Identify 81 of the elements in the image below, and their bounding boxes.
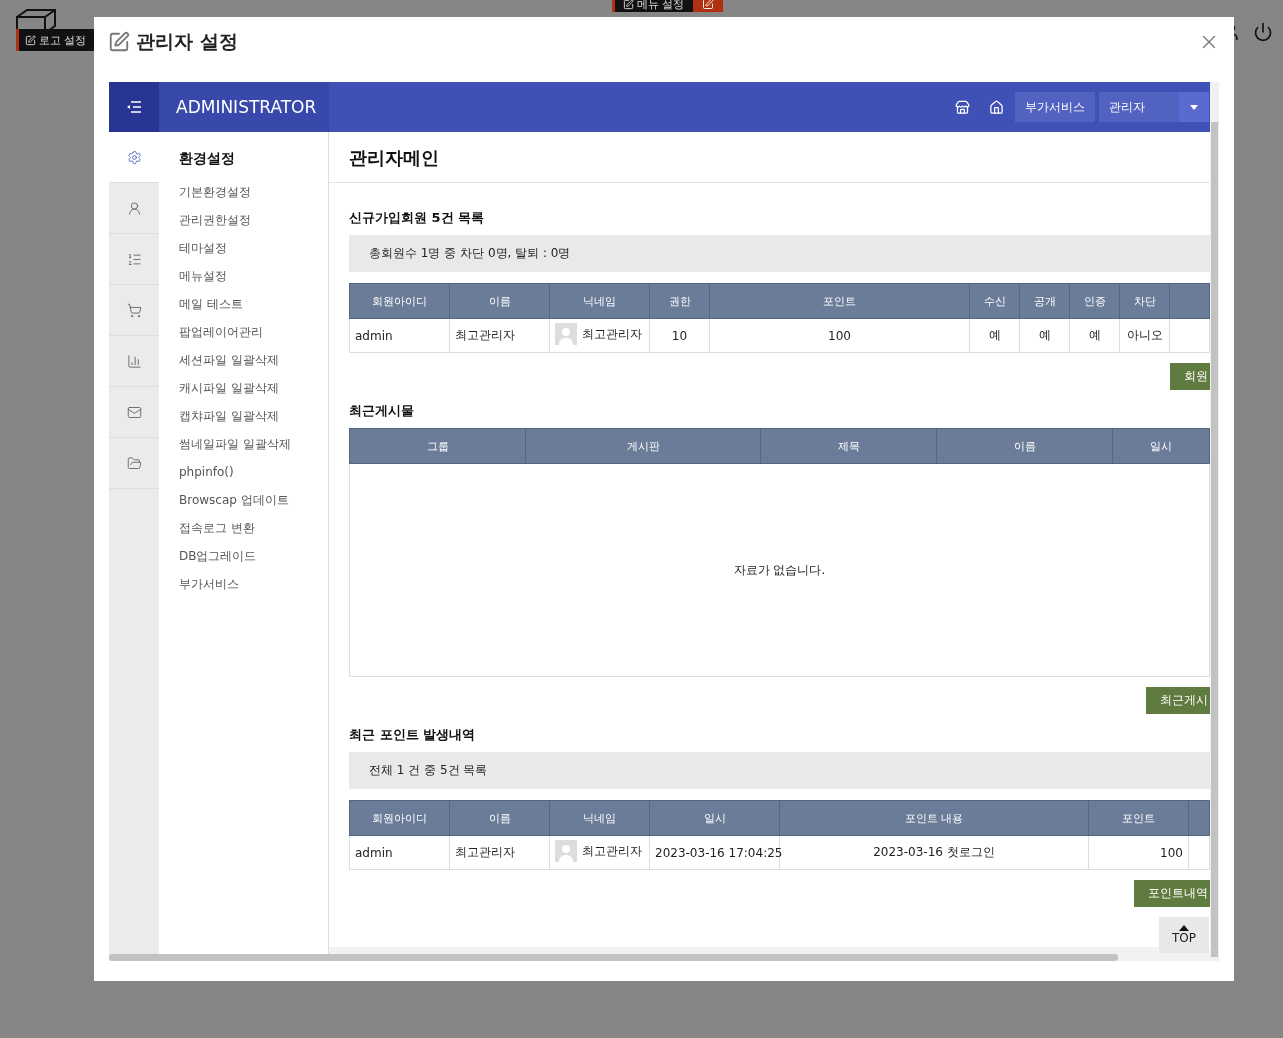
table-cell: 예	[1069, 318, 1120, 353]
table-cell: 최고관리자	[449, 835, 550, 870]
more-button[interactable]: 최근게시	[1146, 687, 1210, 714]
admin-button[interactable]: 관리자	[1099, 92, 1179, 122]
table-cell: 최고관리자	[449, 318, 550, 353]
table-cell: admin	[349, 318, 450, 353]
more-button[interactable]: 회원	[1170, 363, 1210, 390]
menu-item[interactable]: phpinfo()	[179, 458, 328, 486]
column-header: 포인트 내용	[779, 800, 1089, 836]
caret-icon	[1190, 104, 1198, 110]
empty-message: 자료가 없습니다.	[349, 463, 1210, 677]
menu-title: 환경설정	[179, 150, 236, 168]
table-cell: admin	[349, 835, 450, 870]
column-header: 닉네임	[549, 283, 650, 319]
dropdown-button[interactable]	[1179, 92, 1209, 122]
column-header: 이름	[449, 800, 550, 836]
edit-icon	[108, 31, 130, 53]
table-cell: 예	[969, 318, 1020, 353]
edit-button[interactable]	[692, 0, 723, 12]
column-header	[1169, 283, 1210, 319]
table-cell: 2023-03-16 17:04:25	[649, 835, 780, 870]
column-header: 회원아이디	[349, 800, 450, 836]
menu-item[interactable]: 세션파일 일괄삭제	[179, 346, 328, 374]
table-cell: 100	[1088, 835, 1189, 870]
avatar-icon	[555, 323, 577, 345]
nickname: 최고관리자	[582, 842, 642, 860]
avatar-icon	[555, 840, 577, 862]
column-header: 이름	[449, 283, 550, 319]
column-header	[1188, 800, 1210, 836]
edit-icon	[623, 0, 634, 10]
menu-item[interactable]: 썸네일파일 일괄삭제	[179, 430, 328, 458]
column-header: 이름	[936, 428, 1113, 464]
summary-bar: 전체 1 건 중 5건 목록	[349, 752, 1210, 789]
brand-title: ADMINISTRATOR	[159, 82, 329, 132]
column-header: 게시판	[525, 428, 761, 464]
menu-icon	[127, 101, 141, 113]
dialog-title: 관리자 설정	[136, 29, 238, 54]
column-header: 공개	[1019, 283, 1070, 319]
column-header: 포인트	[1088, 800, 1189, 836]
menu-item[interactable]: 메일 테스트	[179, 290, 328, 318]
menu-item[interactable]: 팝업레이어관리	[179, 318, 328, 346]
column-header: 인증	[1069, 283, 1120, 319]
table-cell: 예	[1019, 318, 1070, 353]
service-button[interactable]: 부가서비스	[1015, 92, 1095, 122]
menu-item[interactable]: 기본환경설정	[179, 178, 328, 206]
column-header: 회원아이디	[349, 283, 450, 319]
top-button[interactable]: TOP	[1159, 917, 1209, 953]
nickname: 최고관리자	[582, 325, 642, 343]
column-header: 포인트	[709, 283, 970, 319]
column-header: 수신	[969, 283, 1020, 319]
column-header: 제목	[760, 428, 937, 464]
menu-settings-button[interactable]: 메뉴 설정	[612, 0, 693, 12]
column-header: 닉네임	[549, 800, 650, 836]
menu-item[interactable]: 관리권한설정	[179, 206, 328, 234]
menu-item[interactable]: 캡챠파일 일괄삭제	[179, 402, 328, 430]
menu-item[interactable]: Browscap 업데이트	[179, 486, 328, 514]
section-title: 최근게시물	[349, 402, 415, 420]
menu-item[interactable]: 메뉴설정	[179, 262, 328, 290]
menu-item[interactable]: 접속로그 변환	[179, 514, 328, 542]
table-cell: 10	[649, 318, 710, 353]
menu-item[interactable]: DB업그레이드	[179, 542, 328, 570]
menu-item[interactable]: 부가서비스	[179, 570, 328, 598]
table-cell: 100	[709, 318, 970, 353]
column-header: 차단	[1119, 283, 1170, 319]
table-cell: 아니오	[1119, 318, 1170, 353]
power-icon[interactable]	[1253, 22, 1273, 42]
column-header: 일시	[649, 800, 780, 836]
section-title: 신규가입회원 5건 목록	[349, 209, 486, 227]
menu-toggle-button[interactable]	[109, 82, 159, 132]
column-header: 그룹	[349, 428, 526, 464]
column-header: 일시	[1112, 428, 1210, 464]
more-button[interactable]: 포인트내역	[1134, 880, 1210, 907]
summary-bar: 총회원수 1명 중 차단 0명, 탈퇴 : 0명	[349, 235, 1210, 272]
section-title: 최근 포인트 발생내역	[349, 726, 477, 744]
edit-icon	[701, 0, 714, 10]
menu-item[interactable]: 캐시파일 일괄삭제	[179, 374, 328, 402]
column-header: 권한	[649, 283, 710, 319]
up-arrow-icon	[1179, 925, 1189, 931]
edit-icon	[25, 34, 36, 46]
menu-item[interactable]: 테마설정	[179, 234, 328, 262]
horizontal-scrollbar[interactable]	[109, 954, 1118, 961]
